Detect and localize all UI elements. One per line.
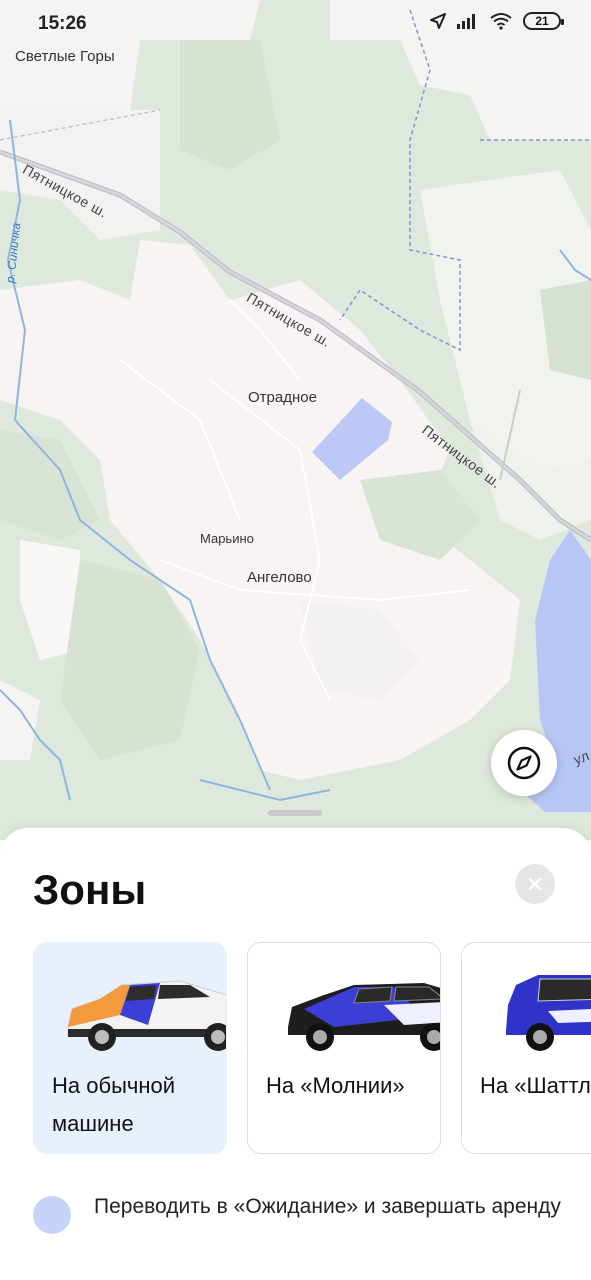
car-card-shuttle[interactable]: На «Шаттл [461,942,591,1154]
wifi-icon [490,13,512,30]
compass-button[interactable] [491,730,557,796]
status-time: 15:26 [38,13,87,34]
battery-indicator: 21 [523,12,564,30]
car-card-regular[interactable]: На обычной машине [33,942,227,1154]
zone-legend-row: Переводить в «Ожидание» и завершать арен… [33,1188,564,1234]
status-icons: 21 [429,12,564,30]
compass-icon [507,746,541,780]
close-icon [528,877,542,891]
car-type-cards: На обычной машине На «Молнии» На «Шаттл [33,942,591,1154]
car-card-label: На обычной машине [52,1073,176,1136]
close-button[interactable] [515,864,555,904]
car-card-label: На «Шаттл [480,1073,591,1098]
status-bar: 15:26 21 [0,0,591,50]
place-label-otradnoe: Отрадное [248,389,317,406]
sheet-drag-handle[interactable] [268,810,322,816]
regular-car-image [67,980,226,1051]
place-label-marino: Марьино [200,531,254,546]
zone-legend-text: Переводить в «Ожидание» и завершать арен… [94,1195,561,1218]
molniya-car-image [288,983,440,1051]
place-label-svetlye-gory: Светлые Горы [15,48,115,65]
map-view[interactable]: 15:26 21 Светлые Горы Отрадное Марьино А… [0,0,591,840]
sheet-title: Зоны [33,866,147,913]
battery-level: 21 [535,14,549,28]
place-label-angelovo: Ангелово [247,569,312,586]
location-arrow-icon [430,13,446,29]
shuttle-van-image [506,975,591,1051]
car-card-molniya[interactable]: На «Молнии» [247,942,441,1154]
car-card-label: На «Молнии» [266,1073,405,1098]
signal-icon [457,14,475,29]
zones-bottom-sheet: Зоны На обычной машине На «Молнии» На «Ш… [0,828,591,1280]
map-canvas [0,0,591,840]
zone-color-dot [33,1196,71,1234]
